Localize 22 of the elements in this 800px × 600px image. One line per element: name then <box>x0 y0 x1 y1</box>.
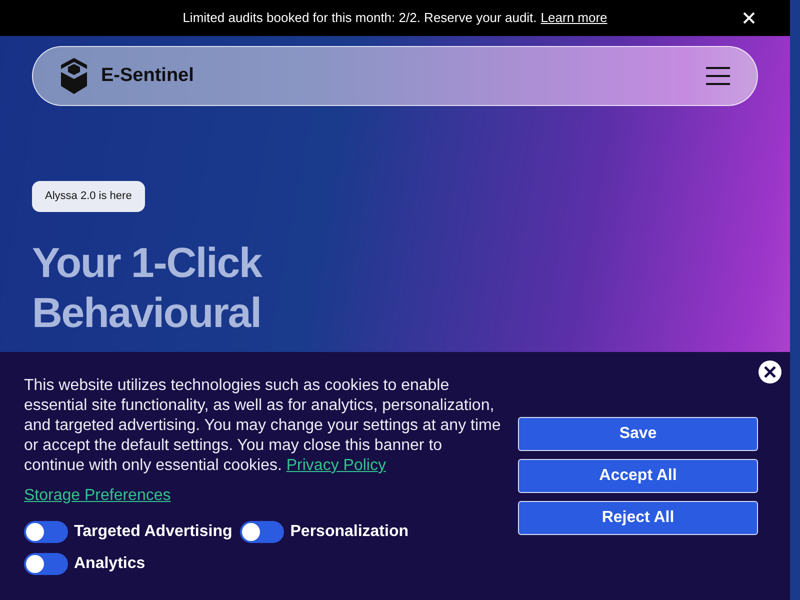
cookie-action-button[interactable]: Save <box>518 417 758 451</box>
hero-heading-line: Behavioural <box>32 288 262 338</box>
cookie-action-button[interactable]: Accept All <box>518 459 758 493</box>
cookie-notice-text: This website utilizes technologies such as cookies to enable essential site functionality, as well as for analytics, personalization, and targeted advertising. You may change your settings at any time or accept the default settings. You may close this banner to continue with only essential cookies. Privacy Policy <box>24 376 502 476</box>
menu-icon[interactable] <box>705 66 731 86</box>
toggle-switch[interactable] <box>240 521 284 543</box>
learn-more-link[interactable]: Learn more <box>540 8 608 28</box>
shield-logo-icon <box>59 58 89 94</box>
brand-name: E-Sentinel <box>101 64 194 88</box>
close-icon[interactable] <box>758 360 782 384</box>
announcement-text: Limited audits booked for this month: 2/2. Reserve your audit. <box>182 9 537 28</box>
hero-heading-line: Your 1-Click <box>32 238 264 288</box>
toggle-label: Analytics <box>74 554 146 574</box>
toggle-switch[interactable] <box>24 553 68 575</box>
toggle-label: Personalization <box>290 522 408 542</box>
toggle-label: Targeted Advertising <box>74 522 232 542</box>
close-icon[interactable] <box>743 12 755 24</box>
privacy-policy-link[interactable]: Privacy Policy <box>286 457 386 474</box>
announcement-badge: Alyssa 2.0 is here <box>32 181 145 212</box>
storage-preferences-link[interactable]: Storage Preferences <box>24 484 171 508</box>
toggle-switch[interactable] <box>24 521 68 543</box>
cookie-action-button[interactable]: Reject All <box>518 501 758 535</box>
